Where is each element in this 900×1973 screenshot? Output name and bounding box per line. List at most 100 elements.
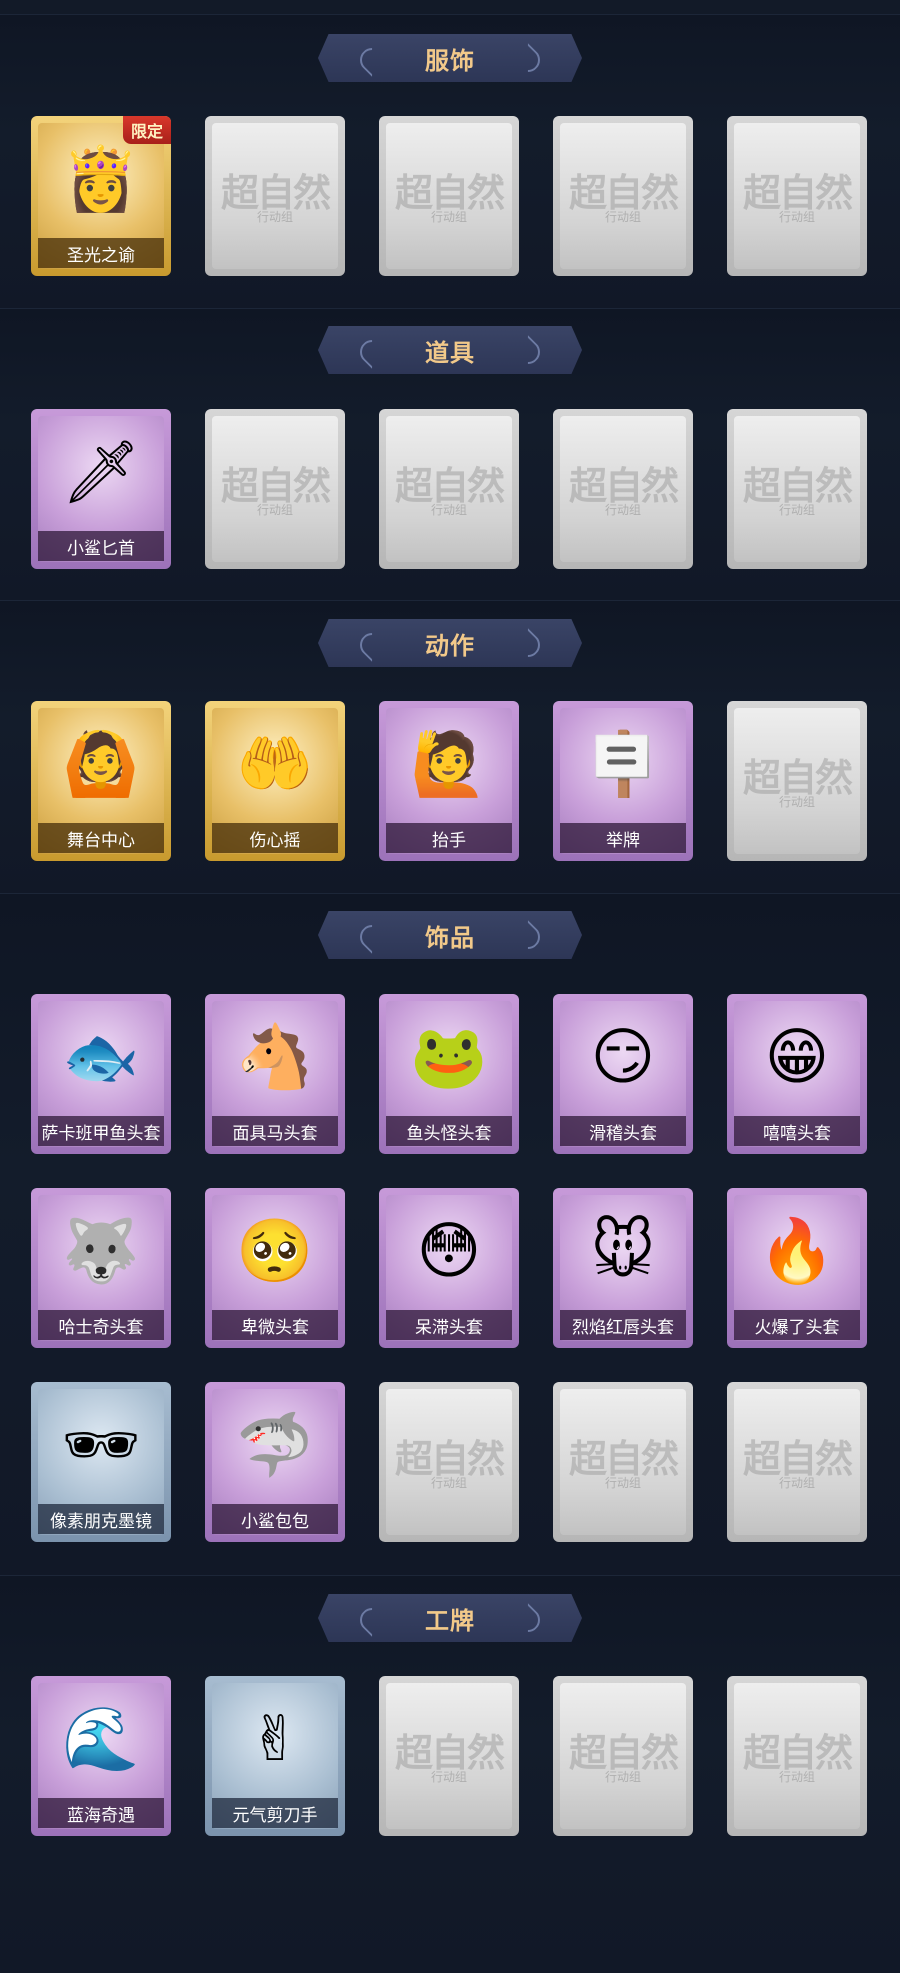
empty-slot-card: 超自然 行动组 [727,116,867,276]
pixel-sunglasses-icon: 🕶 [61,1408,141,1481]
fish-head-icon: 🐟 [62,1020,140,1093]
item-label-bar: 卑微头套 [212,1310,338,1340]
item-name: 小鲨匕首 [67,538,135,559]
peace-sign-card-icon: ✌ [249,1702,301,1775]
item-card[interactable]: 😁 嘻嘻头套 [727,994,867,1154]
empty-watermark-sub: 行动组 [778,795,815,809]
item-card[interactable]: 🥺 卑微头套 [205,1188,345,1348]
swirl-right-icon [511,920,545,954]
portrait-girl-icon: 👸 [62,142,140,215]
empty-watermark-sub: 行动组 [778,1770,815,1784]
pikachu-head-icon: 🐭 [590,1214,656,1287]
section-header: 饰品 [318,911,582,959]
empty-watermark-sub: 行动组 [604,1476,641,1490]
empty-watermark-sub: 行动组 [778,210,815,224]
empty-watermark-sub: 行动组 [430,503,467,517]
empty-watermark-sub: 行动组 [256,503,293,517]
pose-center-icon: 🙆 [62,727,140,800]
shark-bag-icon: 🦈 [236,1408,314,1481]
empty-slot-card: 超自然 行动组 [379,116,519,276]
item-name: 像素朋克墨镜 [50,1511,152,1532]
funny-face-icon: 😏 [590,1020,656,1093]
swirl-right-icon [511,1603,545,1637]
section-title: 动作 [425,631,475,660]
swirl-right-icon [511,43,545,77]
section-title: 服饰 [425,46,475,75]
item-card[interactable]: 🐴 面具马头套 [205,994,345,1154]
empty-watermark-sub: 行动组 [256,210,293,224]
item-card[interactable]: 🐭 烈焰红唇头套 [553,1188,693,1348]
item-name: 舞台中心 [67,830,135,851]
item-card[interactable]: 🦈 小鲨包包 [205,1382,345,1542]
item-label-bar: 火爆了头套 [734,1310,860,1340]
item-label-bar: 哈士奇头套 [38,1310,164,1340]
item-card[interactable]: 🗡 小鲨匕首 [31,409,171,569]
item-name: 抬手 [432,830,466,851]
item-card[interactable]: 😏 滑稽头套 [553,994,693,1154]
empty-slot-card: 超自然 行动组 [205,116,345,276]
section-title: 饰品 [425,923,475,952]
item-card[interactable]: 👸 圣光之谕 限定 [31,116,171,276]
swirl-left-icon [355,43,389,77]
item-label-bar: 鱼头怪头套 [386,1116,512,1146]
swirl-left-icon [355,1603,389,1637]
empty-slot-card: 超自然 行动组 [379,1382,519,1542]
item-card[interactable]: 🙆 舞台中心 [31,701,171,861]
item-name: 嘻嘻头套 [763,1123,831,1144]
item-name: 哈士奇头套 [58,1317,144,1338]
grin-face-icon: 😁 [764,1020,830,1093]
item-label-bar: 圣光之谕 [38,238,164,268]
humble-face-icon: 🥺 [236,1214,314,1287]
item-label-bar: 嘻嘻头套 [734,1116,860,1146]
empty-slot-card: 超自然 行动组 [727,1382,867,1542]
item-label-bar: 抬手 [386,823,512,853]
item-label-bar: 面具马头套 [212,1116,338,1146]
item-label-bar: 舞台中心 [38,823,164,853]
item-card[interactable]: 🙋 抬手 [379,701,519,861]
item-name: 萨卡班甲鱼头套 [41,1123,161,1144]
husky-head-icon: 🐺 [62,1214,140,1287]
empty-slot-card: 超自然 行动组 [379,1676,519,1836]
empty-watermark-sub: 行动组 [604,503,641,517]
empty-slot-card: 超自然 行动组 [553,116,693,276]
item-card[interactable]: 🐟 萨卡班甲鱼头套 [31,994,171,1154]
item-card[interactable]: 🌊 蓝海奇遇 [31,1676,171,1836]
item-name: 圣光之谕 [67,245,135,266]
empty-watermark-sub: 行动组 [778,503,815,517]
empty-watermark-sub: 行动组 [430,210,467,224]
swirl-left-icon [355,920,389,954]
empty-slot-card: 超自然 行动组 [205,409,345,569]
empty-slot-card: 超自然 行动组 [727,701,867,861]
item-label-bar: 蓝海奇遇 [38,1798,164,1828]
limited-badge: 限定 [122,116,171,144]
section-header: 道具 [318,326,582,374]
fire-face-icon: 🔥 [758,1214,836,1287]
item-card[interactable]: 🕶 像素朋克墨镜 [31,1382,171,1542]
item-card[interactable]: 🔥 火爆了头套 [727,1188,867,1348]
ocean-card-icon: 🌊 [62,1702,140,1775]
item-card[interactable]: 🤲 伤心摇 [205,701,345,861]
item-name: 呆滞头套 [415,1317,483,1338]
item-name: 小鲨包包 [241,1511,309,1532]
item-card[interactable]: 🐸 鱼头怪头套 [379,994,519,1154]
item-name: 鱼头怪头套 [406,1123,492,1144]
dazed-face-icon: 😳 [416,1214,482,1287]
item-name: 元气剪刀手 [232,1805,318,1826]
item-name: 伤心摇 [249,830,301,851]
swirl-right-icon [511,335,545,369]
item-label-bar: 小鲨包包 [212,1504,338,1534]
item-card[interactable]: ✌ 元气剪刀手 [205,1676,345,1836]
item-name: 面具马头套 [232,1123,318,1144]
empty-slot-card: 超自然 行动组 [727,1676,867,1836]
item-card[interactable]: 🐺 哈士奇头套 [31,1188,171,1348]
swirl-left-icon [355,335,389,369]
section-header: 动作 [318,619,582,667]
item-card[interactable]: 🪧 举牌 [553,701,693,861]
item-card[interactable]: 😳 呆滞头套 [379,1188,519,1348]
empty-slot-card: 超自然 行动组 [553,1676,693,1836]
item-label-bar: 元气剪刀手 [212,1798,338,1828]
item-name: 滑稽头套 [589,1123,657,1144]
item-name: 蓝海奇遇 [67,1805,135,1826]
item-label-bar: 滑稽头套 [560,1116,686,1146]
item-name: 卑微头套 [241,1317,309,1338]
